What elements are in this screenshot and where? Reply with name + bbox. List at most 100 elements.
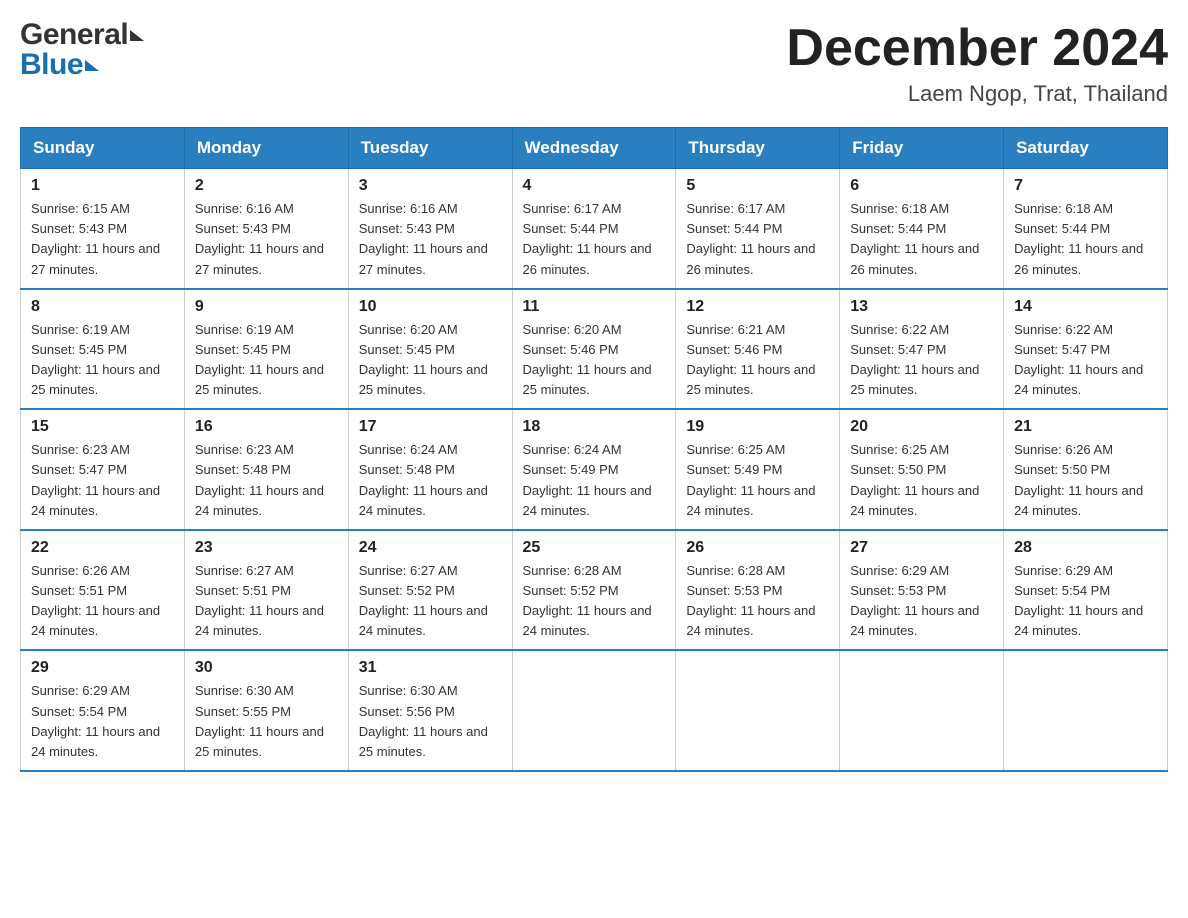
day-detail: Sunrise: 6:25 AMSunset: 5:50 PMDaylight:… — [850, 440, 993, 521]
day-cell: 9 Sunrise: 6:19 AMSunset: 5:45 PMDayligh… — [184, 289, 348, 410]
day-number: 9 — [195, 298, 338, 316]
day-number: 13 — [850, 298, 993, 316]
day-cell: 31 Sunrise: 6:30 AMSunset: 5:56 PMDaylig… — [348, 650, 512, 771]
day-cell: 1 Sunrise: 6:15 AMSunset: 5:43 PMDayligh… — [21, 169, 185, 289]
day-cell: 25 Sunrise: 6:28 AMSunset: 5:52 PMDaylig… — [512, 530, 676, 651]
day-number: 26 — [686, 539, 829, 557]
day-cell — [512, 650, 676, 771]
day-number: 2 — [195, 177, 338, 195]
day-cell: 23 Sunrise: 6:27 AMSunset: 5:51 PMDaylig… — [184, 530, 348, 651]
day-cell: 11 Sunrise: 6:20 AMSunset: 5:46 PMDaylig… — [512, 289, 676, 410]
day-cell: 14 Sunrise: 6:22 AMSunset: 5:47 PMDaylig… — [1004, 289, 1168, 410]
col-thursday: Thursday — [676, 128, 840, 169]
day-number: 16 — [195, 418, 338, 436]
day-detail: Sunrise: 6:24 AMSunset: 5:48 PMDaylight:… — [359, 440, 502, 521]
col-friday: Friday — [840, 128, 1004, 169]
day-cell: 10 Sunrise: 6:20 AMSunset: 5:45 PMDaylig… — [348, 289, 512, 410]
day-number: 4 — [523, 177, 666, 195]
day-detail: Sunrise: 6:25 AMSunset: 5:49 PMDaylight:… — [686, 440, 829, 521]
day-cell: 16 Sunrise: 6:23 AMSunset: 5:48 PMDaylig… — [184, 409, 348, 530]
day-number: 27 — [850, 539, 993, 557]
day-cell: 4 Sunrise: 6:17 AMSunset: 5:44 PMDayligh… — [512, 169, 676, 289]
day-number: 23 — [195, 539, 338, 557]
day-number: 18 — [523, 418, 666, 436]
day-detail: Sunrise: 6:22 AMSunset: 5:47 PMDaylight:… — [850, 320, 993, 401]
day-cell: 30 Sunrise: 6:30 AMSunset: 5:55 PMDaylig… — [184, 650, 348, 771]
day-detail: Sunrise: 6:26 AMSunset: 5:51 PMDaylight:… — [31, 561, 174, 642]
day-cell — [840, 650, 1004, 771]
day-detail: Sunrise: 6:16 AMSunset: 5:43 PMDaylight:… — [195, 199, 338, 280]
day-cell: 6 Sunrise: 6:18 AMSunset: 5:44 PMDayligh… — [840, 169, 1004, 289]
day-number: 15 — [31, 418, 174, 436]
week-row-2: 8 Sunrise: 6:19 AMSunset: 5:45 PMDayligh… — [21, 289, 1168, 410]
day-cell: 12 Sunrise: 6:21 AMSunset: 5:46 PMDaylig… — [676, 289, 840, 410]
col-monday: Monday — [184, 128, 348, 169]
day-detail: Sunrise: 6:30 AMSunset: 5:56 PMDaylight:… — [359, 681, 502, 762]
day-number: 29 — [31, 659, 174, 677]
logo-arrow-icon — [130, 30, 144, 42]
day-detail: Sunrise: 6:17 AMSunset: 5:44 PMDaylight:… — [523, 199, 666, 280]
col-tuesday: Tuesday — [348, 128, 512, 169]
logo-blue-text: Blue — [20, 50, 83, 80]
title-block: December 2024 Laem Ngop, Trat, Thailand — [786, 20, 1168, 107]
day-detail: Sunrise: 6:16 AMSunset: 5:43 PMDaylight:… — [359, 199, 502, 280]
day-cell: 21 Sunrise: 6:26 AMSunset: 5:50 PMDaylig… — [1004, 409, 1168, 530]
day-number: 1 — [31, 177, 174, 195]
day-detail: Sunrise: 6:28 AMSunset: 5:53 PMDaylight:… — [686, 561, 829, 642]
day-cell: 28 Sunrise: 6:29 AMSunset: 5:54 PMDaylig… — [1004, 530, 1168, 651]
arrow-dark-icon — [130, 30, 144, 41]
day-detail: Sunrise: 6:20 AMSunset: 5:46 PMDaylight:… — [523, 320, 666, 401]
day-cell: 18 Sunrise: 6:24 AMSunset: 5:49 PMDaylig… — [512, 409, 676, 530]
day-detail: Sunrise: 6:29 AMSunset: 5:53 PMDaylight:… — [850, 561, 993, 642]
day-detail: Sunrise: 6:30 AMSunset: 5:55 PMDaylight:… — [195, 681, 338, 762]
day-number: 8 — [31, 298, 174, 316]
day-detail: Sunrise: 6:21 AMSunset: 5:46 PMDaylight:… — [686, 320, 829, 401]
day-number: 10 — [359, 298, 502, 316]
day-detail: Sunrise: 6:18 AMSunset: 5:44 PMDaylight:… — [850, 199, 993, 280]
day-cell — [676, 650, 840, 771]
page-header: General Blue December 2024 Laem Ngop, Tr… — [20, 20, 1168, 107]
day-number: 12 — [686, 298, 829, 316]
calendar-body: 1 Sunrise: 6:15 AMSunset: 5:43 PMDayligh… — [21, 169, 1168, 771]
logo-blue-row: Blue — [20, 50, 144, 80]
day-number: 5 — [686, 177, 829, 195]
day-cell: 20 Sunrise: 6:25 AMSunset: 5:50 PMDaylig… — [840, 409, 1004, 530]
day-detail: Sunrise: 6:19 AMSunset: 5:45 PMDaylight:… — [195, 320, 338, 401]
logo-blue-arrow-icon — [85, 60, 99, 71]
day-number: 24 — [359, 539, 502, 557]
arrow-blue-icon — [85, 60, 99, 71]
logo: General Blue — [20, 20, 144, 80]
col-saturday: Saturday — [1004, 128, 1168, 169]
month-title: December 2024 — [786, 20, 1168, 77]
col-wednesday: Wednesday — [512, 128, 676, 169]
day-detail: Sunrise: 6:15 AMSunset: 5:43 PMDaylight:… — [31, 199, 174, 280]
week-row-1: 1 Sunrise: 6:15 AMSunset: 5:43 PMDayligh… — [21, 169, 1168, 289]
week-row-3: 15 Sunrise: 6:23 AMSunset: 5:47 PMDaylig… — [21, 409, 1168, 530]
day-number: 11 — [523, 298, 666, 316]
col-sunday: Sunday — [21, 128, 185, 169]
day-cell: 19 Sunrise: 6:25 AMSunset: 5:49 PMDaylig… — [676, 409, 840, 530]
day-cell: 22 Sunrise: 6:26 AMSunset: 5:51 PMDaylig… — [21, 530, 185, 651]
day-number: 3 — [359, 177, 502, 195]
week-row-5: 29 Sunrise: 6:29 AMSunset: 5:54 PMDaylig… — [21, 650, 1168, 771]
logo-general-row: General — [20, 20, 144, 50]
day-detail: Sunrise: 6:18 AMSunset: 5:44 PMDaylight:… — [1014, 199, 1157, 280]
day-detail: Sunrise: 6:23 AMSunset: 5:48 PMDaylight:… — [195, 440, 338, 521]
logo-general-text: General — [20, 20, 128, 50]
day-number: 6 — [850, 177, 993, 195]
day-detail: Sunrise: 6:26 AMSunset: 5:50 PMDaylight:… — [1014, 440, 1157, 521]
day-cell: 3 Sunrise: 6:16 AMSunset: 5:43 PMDayligh… — [348, 169, 512, 289]
day-cell: 5 Sunrise: 6:17 AMSunset: 5:44 PMDayligh… — [676, 169, 840, 289]
logo-text: General Blue — [20, 20, 144, 80]
day-cell: 29 Sunrise: 6:29 AMSunset: 5:54 PMDaylig… — [21, 650, 185, 771]
day-detail: Sunrise: 6:19 AMSunset: 5:45 PMDaylight:… — [31, 320, 174, 401]
day-number: 20 — [850, 418, 993, 436]
day-number: 14 — [1014, 298, 1157, 316]
day-cell — [1004, 650, 1168, 771]
day-detail: Sunrise: 6:28 AMSunset: 5:52 PMDaylight:… — [523, 561, 666, 642]
calendar-header: Sunday Monday Tuesday Wednesday Thursday… — [21, 128, 1168, 169]
day-number: 25 — [523, 539, 666, 557]
day-number: 19 — [686, 418, 829, 436]
day-detail: Sunrise: 6:23 AMSunset: 5:47 PMDaylight:… — [31, 440, 174, 521]
calendar-table: Sunday Monday Tuesday Wednesday Thursday… — [20, 127, 1168, 772]
